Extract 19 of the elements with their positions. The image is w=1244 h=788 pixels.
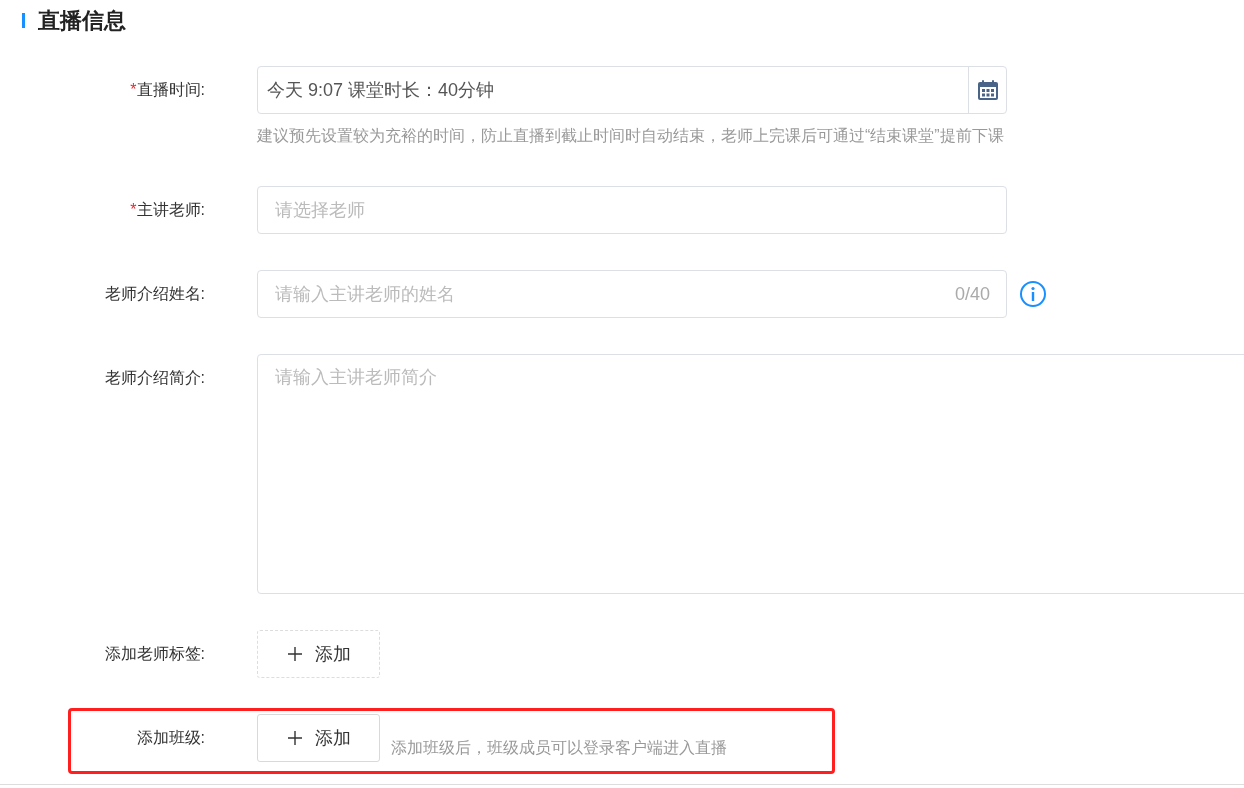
add-button[interactable]: 添加 <box>257 630 380 678</box>
add-button[interactable]: 添加 <box>257 714 380 762</box>
select-field[interactable]: 请选择老师 <box>257 186 1007 234</box>
field-hint: 添加班级后，班级成员可以登录客户端进入直播 <box>391 738 727 758</box>
field-label: *直播时间: <box>129 80 205 100</box>
section-title: 直播信息 <box>38 6 126 35</box>
calendar-icon[interactable] <box>975 78 1000 102</box>
field-label: 老师介绍简介: <box>103 368 205 388</box>
field-label: 添加老师标签: <box>103 644 205 664</box>
plus-icon <box>286 730 303 746</box>
info-icon[interactable] <box>1019 280 1047 308</box>
field-hint: 建议预先设置较为充裕的时间，防止直播到截止时间时自动结束，老师上完课后可通过“结束课堂”提前下课 <box>257 126 1005 146</box>
field-label: 老师介绍姓名: <box>103 284 205 304</box>
field-label: 添加班级: <box>135 728 205 748</box>
textarea-field[interactable]: 请输入主讲老师简介 <box>257 354 1244 594</box>
plus-icon <box>286 646 303 662</box>
title-accent-bar <box>22 12 25 28</box>
character-counter: 0/40 <box>954 282 990 306</box>
field-label: *主讲老师: <box>129 200 205 220</box>
